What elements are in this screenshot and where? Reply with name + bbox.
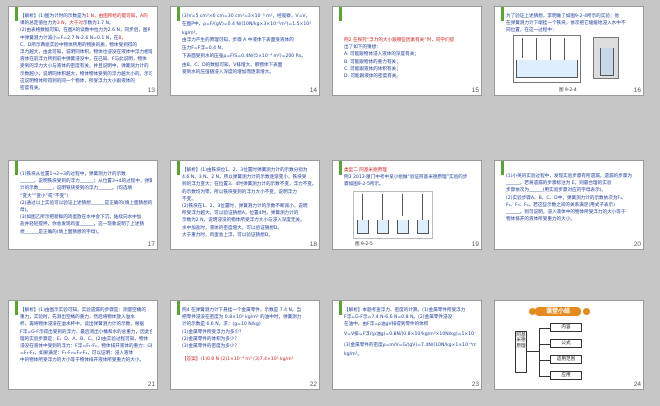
slide-thumbnail[interactable]: 为了验证上述猜想，李明做了如图9-2-4所示的实验：他 在弹簧测力计下端挂一个铁… xyxy=(494,6,644,96)
accent-bar xyxy=(177,161,180,175)
slide-number: 24 xyxy=(633,381,641,388)
slide-text: 【解析】(1)图为计时的示数是为1 N，由图所给的量可知，A的 课的总定值拉力为… xyxy=(20,14,152,92)
slide-text: 【解析】(1)由图示实验可知，实验遗漏的步骤是：测量空桶的 重力，实验时，先测出… xyxy=(20,308,152,364)
slide-number: 21 xyxy=(147,381,155,388)
slide-thumbnail[interactable]: 例2 在探究“浮力的大小跟哪些因素有关”时，同学们提 出了如下的猜想： A. 可… xyxy=(332,6,482,96)
accent-bar xyxy=(339,301,342,315)
accent-bar xyxy=(339,7,342,21)
accent-bar xyxy=(15,161,18,175)
accent-bar xyxy=(15,301,18,315)
slide-number: 16 xyxy=(633,87,641,94)
mindmap-node: 适用范围 xyxy=(550,355,582,364)
accent-bar xyxy=(177,7,180,21)
slide-number: 18 xyxy=(309,241,317,248)
egg-beaker-figure xyxy=(593,37,619,79)
slide-text: 例2 在探究“浮力的大小跟哪些因素有关”时，同学们提 出了如下的猜想： A. 可… xyxy=(344,38,455,80)
slide-text: 为了验证上述猜想，李明做了如图9-2-4所示的实验：他 在弹簧测力计下端挂一个铁… xyxy=(506,14,626,34)
experiment-figure xyxy=(353,191,433,239)
slide-thumbnail[interactable]: (3)V=5 cm³×6 cm=30 cm³=3×10⁻⁵ m³，经观察，V=V… xyxy=(170,6,320,96)
slide-text: (3)V=5 cm³×6 cm=30 cm³=3×10⁻⁵ m³，经观察，V=V… xyxy=(182,14,312,76)
slide-number: 15 xyxy=(471,87,479,94)
text-line: 【解析】(1)图为计时的示数是为1 N，由图所给的量可知，A的 xyxy=(20,14,148,19)
experiment-figure xyxy=(513,35,581,83)
slide-text: 【解析】本题考查浮力、密度的计算。(1)金属零件所受浮力 F浮=G-F示=7.4… xyxy=(344,308,476,357)
summary-title: 课堂小结 xyxy=(535,307,581,316)
slide-number: 17 xyxy=(147,241,155,248)
slide-text: 类型二 阿基米德原理 例3 2013·厦门中考中某小组做“验证阿基米德原理”实验… xyxy=(344,168,468,188)
slide-sorter-grid: 【解析】(1)图为计时的示数是为1 N，由图所给的量可知，A的 课的总定值拉力为… xyxy=(0,0,660,406)
slide-number: 13 xyxy=(147,87,155,94)
slide-thumbnail[interactable]: 例4 在弹簧测力计下悬挂一个金属零件，示数是 7.4 N。当 把零件浸没在密度为… xyxy=(170,300,320,390)
slide-text: 例4 在弹簧测力计下悬挂一个金属零件，示数是 7.4 N。当 把零件浸没在密度为… xyxy=(182,308,302,363)
slide-thumbnail[interactable]: (1)铁块从位置1→2→3的过程中，弹簧测力计的示数 ______，说明铁块受到… xyxy=(8,160,158,250)
slide-thumbnail[interactable]: 【解析】(1)图为计时的示数是为1 N，由图所给的量可知，A的 课的总定值拉力为… xyxy=(8,6,158,96)
accent-bar xyxy=(339,161,342,175)
slide-thumbnail[interactable]: 类型二 阿基米德原理 例3 2013·厦门中考中某小组做“验证阿基米德原理”实验… xyxy=(332,160,482,250)
slide-thumbnail[interactable]: (1)小英的实验过程中，发现实验步骤有所遗漏，遗漏的步骤为 ______，若将遗… xyxy=(494,160,644,250)
slide-thumbnail[interactable]: 【解析】(1)由铁块位1、2、3位置时弹簧测力计的示数分别为 4.6 N、3 N… xyxy=(170,160,320,250)
slide-thumbnail[interactable]: 【解析】(1)由图示实验可知，实验遗漏的步骤是：测量空桶的 重力，实验时，先测出… xyxy=(8,300,158,390)
accent-bar xyxy=(501,7,504,21)
mindmap-root: 阿基米德原理 xyxy=(515,331,527,373)
slide-thumbnail[interactable]: 【解析】本题考查浮力、密度的计算。(1)金属零件所受浮力 F浮=G-F示=7.4… xyxy=(332,300,482,390)
slide-text: (1)小英的实验过程中，发现实验步骤有所遗漏，遗漏的步骤为 ______，若将遗… xyxy=(506,174,632,223)
slide-number: 22 xyxy=(309,381,317,388)
title-dot xyxy=(583,308,590,315)
mindmap-node: 内容 xyxy=(550,323,582,332)
slide-number: 19 xyxy=(471,241,479,248)
slide-number: 14 xyxy=(309,87,317,94)
slide-text: (1)铁块从位置1→2→3的过程中，弹簧测力计的示数 ______，说明铁块受到… xyxy=(20,172,152,235)
slide-number: 20 xyxy=(633,241,641,248)
slide-number: 23 xyxy=(471,381,479,388)
mindmap-node: 应用 xyxy=(550,371,582,380)
accent-bar xyxy=(501,161,504,175)
accent-bar xyxy=(15,7,18,21)
mindmap-node: 公式 xyxy=(550,339,582,348)
slide-thumbnail[interactable]: 课堂小结 阿基米德原理 内容 公式 适用范围 应用 24 xyxy=(494,300,644,390)
accent-bar xyxy=(177,301,180,315)
slide-text: 【解析】(1)由铁块位1、2、3位置时弹簧测力计的示数分别为 4.6 N、3 N… xyxy=(182,168,314,238)
